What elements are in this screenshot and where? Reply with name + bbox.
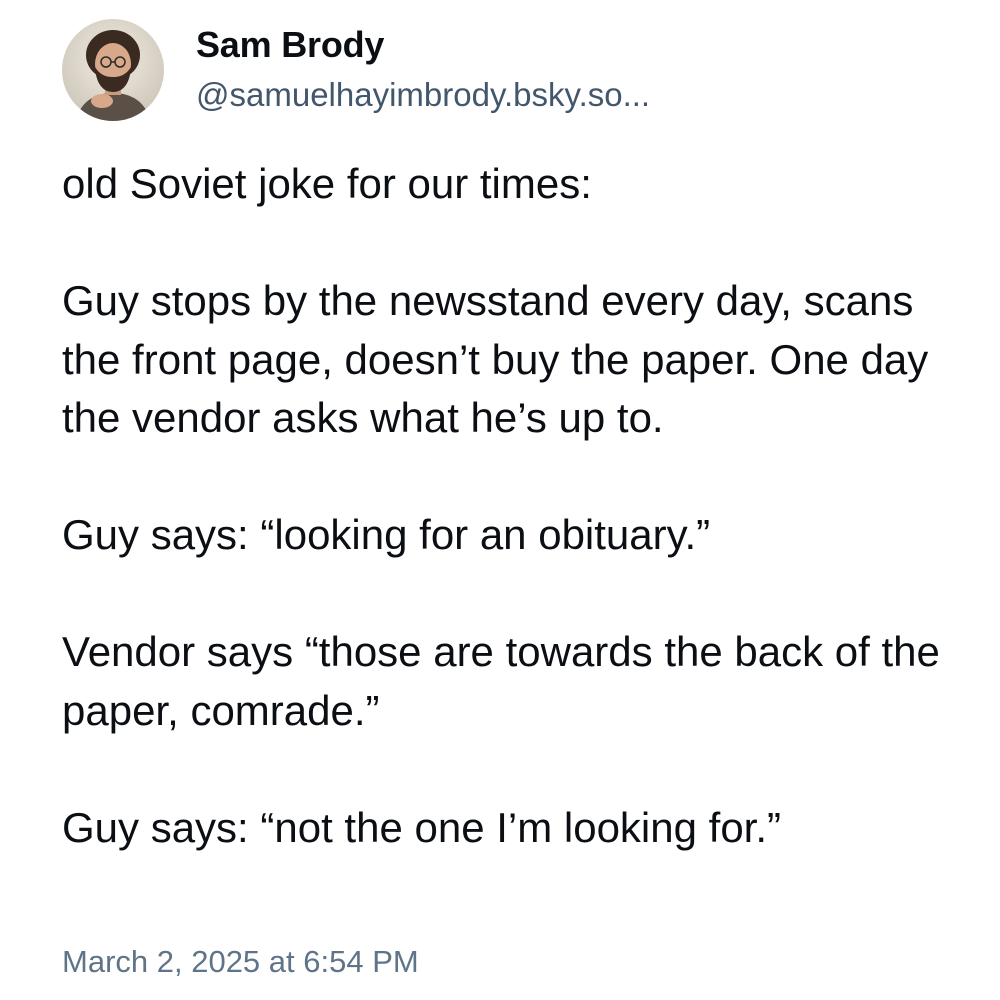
author-handle[interactable]: @samuelhayimbrody.bsky.so... [196, 73, 650, 117]
post-paragraph: Guy stops by the newsstand every day, sc… [62, 277, 929, 441]
post-paragraph: Guy says: “not the one I’m looking for.” [62, 803, 782, 851]
post-body: old Soviet joke for our times: Guy stops… [62, 155, 962, 857]
post-timestamp[interactable]: March 2, 2025 at 6:54 PM [62, 940, 419, 984]
post-header: Sam Brody @samuelhayimbrody.bsky.so... [62, 18, 650, 122]
post-paragraph: old Soviet joke for our times: [62, 160, 592, 207]
author-info[interactable]: Sam Brody @samuelhayimbrody.bsky.so... [196, 23, 650, 117]
avatar[interactable] [62, 19, 164, 121]
avatar-photo-icon [62, 19, 164, 121]
post-card: Sam Brody @samuelhayimbrody.bsky.so... o… [0, 0, 1000, 1000]
post-paragraph: Vendor says “those are towards the back … [62, 628, 940, 734]
author-display-name[interactable]: Sam Brody [196, 23, 650, 67]
post-paragraph: Guy says: “looking for an obituary.” [62, 511, 711, 558]
